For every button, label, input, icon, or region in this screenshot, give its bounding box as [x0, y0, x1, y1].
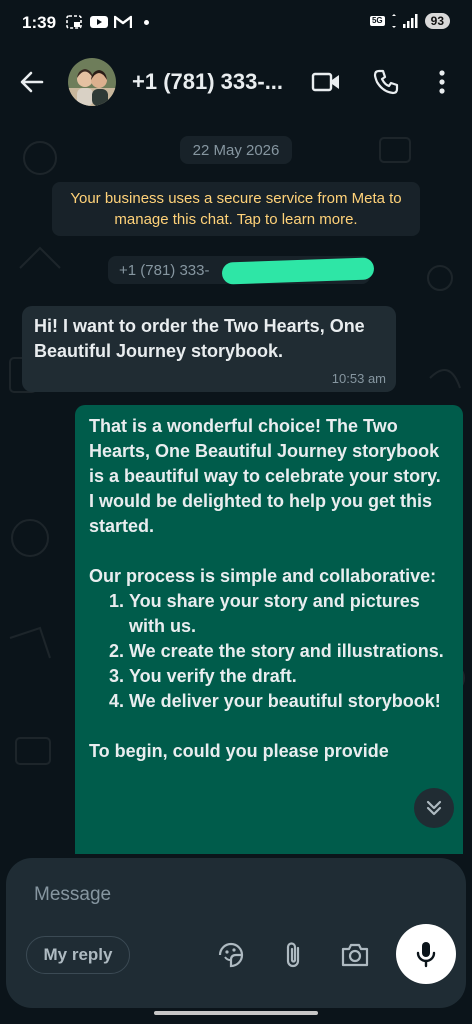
outgoing-message-paragraph: Our process is simple and collaborative:	[89, 566, 437, 586]
incoming-message[interactable]: Hi! I want to order the Two Hearts, One …	[22, 306, 396, 392]
signal-icon	[402, 14, 418, 28]
status-bar: 1:39 5G 93	[0, 0, 472, 48]
notification-dot-icon	[144, 19, 149, 25]
encryption-notice-text: Your business uses a secure service from…	[70, 190, 402, 228]
gmail-icon	[114, 15, 132, 28]
paperclip-icon	[286, 942, 300, 968]
composer-box: My reply	[6, 858, 466, 1008]
gesture-navigation-bar[interactable]	[154, 1011, 318, 1015]
video-call-icon	[311, 72, 339, 92]
incoming-message-time: 10:53 am	[331, 371, 386, 386]
network-type: 5G	[369, 16, 385, 26]
date-chip: 22 May 2026	[180, 136, 292, 164]
composer: My reply	[0, 854, 472, 1024]
process-step: We create the story and illustrations.	[129, 639, 449, 664]
camera-button[interactable]	[338, 938, 372, 972]
sticker-button[interactable]	[214, 938, 248, 972]
process-step: You share your story and pictures with u…	[129, 589, 449, 639]
video-call-button[interactable]	[308, 64, 344, 100]
double-chevron-down-icon	[426, 800, 442, 816]
microphone-icon	[416, 942, 436, 968]
more-options-icon	[439, 70, 445, 94]
picture-in-picture-icon	[66, 15, 82, 29]
back-button[interactable]	[14, 64, 50, 100]
sticker-icon	[218, 942, 244, 968]
voice-message-button[interactable]	[396, 924, 456, 984]
chat-screen: 1:39 5G 93 +1 (781) 333-... 22 May 2026 …	[0, 0, 472, 1024]
my-reply-button[interactable]: My reply	[26, 936, 130, 974]
attach-button[interactable]	[276, 938, 310, 972]
process-step: You verify the draft.	[129, 664, 449, 689]
process-steps-list: You share your story and pictures with u…	[89, 589, 449, 714]
outgoing-message-paragraph: To begin, could you please provide	[89, 741, 389, 761]
outgoing-message-paragraph: That is a wonderful choice! The Two Hear…	[89, 416, 441, 536]
voice-call-button[interactable]	[368, 64, 404, 100]
camera-icon	[341, 943, 369, 967]
status-notification-icons	[66, 14, 149, 30]
scroll-to-bottom-button[interactable]	[414, 788, 454, 828]
message-list[interactable]: 22 May 2026 Your business uses a secure …	[0, 118, 472, 854]
wifi-icon	[391, 14, 396, 28]
contact-avatar[interactable]	[68, 58, 116, 106]
outgoing-message[interactable]: That is a wonderful choice! The Two Hear…	[75, 405, 463, 854]
status-time: 1:39	[22, 13, 57, 32]
battery-level: 93	[424, 13, 450, 29]
avatar-photo-icon	[68, 58, 116, 106]
incoming-message-text: Hi! I want to order the Two Hearts, One …	[34, 316, 365, 361]
back-arrow-icon	[20, 71, 44, 93]
voice-call-icon	[373, 69, 399, 95]
chat-header: +1 (781) 333-...	[0, 48, 472, 118]
status-system-icons: 5G 93	[369, 13, 450, 29]
process-step: We deliver your beautiful storybook!	[129, 689, 449, 714]
encryption-notice[interactable]: Your business uses a secure service from…	[52, 182, 420, 236]
contact-name[interactable]: +1 (781) 333-...	[132, 69, 283, 95]
youtube-icon	[90, 16, 108, 28]
more-options-button[interactable]	[424, 64, 460, 100]
message-input[interactable]	[32, 874, 436, 916]
